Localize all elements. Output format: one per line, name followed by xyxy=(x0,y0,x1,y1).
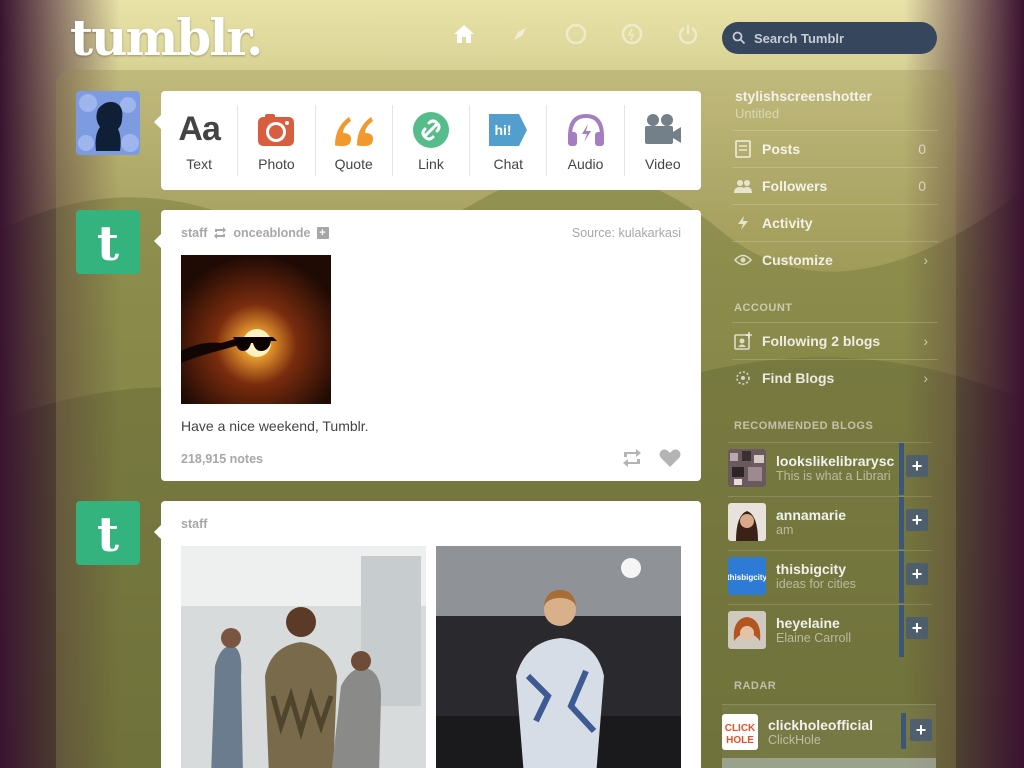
activity-icon xyxy=(732,215,754,231)
follow-bar xyxy=(899,551,904,603)
reblog-icon[interactable] xyxy=(621,448,643,468)
compass-icon[interactable] xyxy=(506,20,534,48)
post-author-link[interactable]: staff xyxy=(181,517,207,531)
post-photo-right[interactable] xyxy=(436,546,681,768)
sidebar-item-customize[interactable]: Customize › xyxy=(732,241,938,278)
recommended-blog-item[interactable]: lookslikelibrarysc This is what a Librar… xyxy=(728,442,932,495)
post-author-avatar[interactable]: t xyxy=(76,501,140,565)
post-author-avatar[interactable]: t xyxy=(76,210,140,274)
follow-bar xyxy=(899,443,904,495)
sidebar-section-recommended: RECOMMENDED BLOGS xyxy=(734,420,874,432)
sidebar-item-find-blogs[interactable]: Find Blogs › xyxy=(732,359,938,396)
follow-plus-button[interactable]: + xyxy=(906,509,928,531)
radar-blog-avatar: CLICK HOLE xyxy=(722,713,758,750)
svg-text:t: t xyxy=(97,216,119,272)
tumblr-logo[interactable]: tumblr. xyxy=(70,8,263,67)
text-icon: Aa xyxy=(178,110,220,148)
search-bar[interactable] xyxy=(722,22,937,54)
eye-icon xyxy=(732,254,754,266)
post-photo[interactable] xyxy=(181,255,331,404)
radar-blog-item[interactable]: CLICK HOLE clickholeofficial ClickHole + xyxy=(722,704,936,758)
post-author-link[interactable]: staff xyxy=(181,226,207,240)
chevron-right-icon: › xyxy=(923,252,928,268)
radar-preview-strip xyxy=(722,758,936,768)
follow-bar xyxy=(899,497,904,549)
reblogged-from-link[interactable]: onceablonde xyxy=(233,226,310,240)
chevron-right-icon: › xyxy=(923,370,928,386)
recommended-blog-item[interactable]: annamarie am + xyxy=(728,496,932,549)
recommended-blog-avatar xyxy=(728,502,766,541)
follow-plus-button[interactable]: + xyxy=(906,617,928,639)
follow-plus-button[interactable]: + xyxy=(906,563,928,585)
follow-bar xyxy=(899,605,904,657)
follow-plus-button[interactable]: + xyxy=(910,719,932,741)
posts-icon xyxy=(732,140,754,158)
recommended-blog-avatar xyxy=(728,448,766,487)
recommended-blog-item[interactable]: thisbigcity thisbigcity ideas for cities… xyxy=(728,550,932,603)
follow-plus-button[interactable]: + xyxy=(906,455,928,477)
link-icon xyxy=(412,110,450,150)
sidebar-item-following[interactable]: Following 2 blogs › xyxy=(732,322,938,359)
new-link-post-button[interactable]: Link xyxy=(393,105,471,176)
sidebar-section-radar: RADAR xyxy=(734,680,777,692)
camera-icon xyxy=(257,110,295,150)
post-photo-left[interactable] xyxy=(181,546,426,768)
sidebar-section-account: ACCOUNT xyxy=(734,302,793,314)
recommended-blog-avatar xyxy=(728,610,766,649)
new-quote-post-button[interactable]: Quote xyxy=(316,105,393,176)
chat-icon: hi! xyxy=(487,110,529,150)
post-card: staff xyxy=(161,501,701,768)
new-audio-post-button[interactable]: Audio xyxy=(547,105,625,176)
sidebar-blog-name[interactable]: stylishscreenshotter xyxy=(735,88,872,104)
quote-icon xyxy=(333,110,375,150)
svg-text:HOLE: HOLE xyxy=(726,735,754,746)
svg-text:t: t xyxy=(97,507,119,563)
post-actions xyxy=(621,448,681,468)
headphones-icon xyxy=(566,110,606,150)
source-link[interactable]: kulakarkasi xyxy=(618,226,681,240)
sidebar-item-followers[interactable]: Followers 0 xyxy=(732,167,938,204)
find-blogs-icon xyxy=(732,369,754,387)
post-composer: Aa Text Photo Quote Link hi! Chat Audio … xyxy=(161,91,701,190)
sidebar-item-activity[interactable]: Activity xyxy=(732,204,938,241)
followers-icon xyxy=(732,178,754,194)
svg-text:CLICK: CLICK xyxy=(725,723,756,734)
recommended-blog-item[interactable]: heyelaine Elaine Carroll + xyxy=(728,604,932,657)
recommended-blog-avatar: thisbigcity xyxy=(728,556,766,595)
post-card: staff onceablonde + Source: kulakarkasi xyxy=(161,210,701,481)
svg-text:hi!: hi! xyxy=(495,122,512,138)
home-icon[interactable] xyxy=(450,20,478,48)
chevron-right-icon: › xyxy=(923,333,928,349)
new-video-post-button[interactable]: Video xyxy=(625,105,701,176)
power-icon[interactable] xyxy=(674,20,702,48)
search-icon xyxy=(732,31,746,45)
user-avatar[interactable] xyxy=(76,91,140,155)
svg-text:thisbigcity: thisbigcity xyxy=(728,573,766,582)
post-source: Source: kulakarkasi xyxy=(571,226,681,240)
lightning-icon[interactable] xyxy=(618,20,646,48)
top-nav xyxy=(450,20,702,48)
follow-bar xyxy=(901,713,906,749)
search-input[interactable] xyxy=(754,30,924,46)
new-text-post-button[interactable]: Aa Text xyxy=(161,105,239,176)
post-caption: Have a nice weekend, Tumblr. xyxy=(181,418,369,434)
following-icon xyxy=(732,332,754,350)
sidebar-blog-title: Untitled xyxy=(735,106,780,121)
post-notes-count[interactable]: 218,915 notes xyxy=(181,452,263,466)
follow-plus-icon[interactable]: + xyxy=(316,227,329,239)
new-photo-post-button[interactable]: Photo xyxy=(238,105,316,176)
sidebar-item-posts[interactable]: Posts 0 xyxy=(732,130,938,167)
post-header: staff onceablonde + xyxy=(181,226,329,240)
mail-icon[interactable] xyxy=(562,20,590,48)
post-header: staff xyxy=(181,517,207,531)
heart-icon[interactable] xyxy=(659,448,681,468)
new-chat-post-button[interactable]: hi! Chat xyxy=(470,105,548,176)
video-camera-icon xyxy=(643,110,683,150)
reblog-small-icon xyxy=(214,227,227,239)
